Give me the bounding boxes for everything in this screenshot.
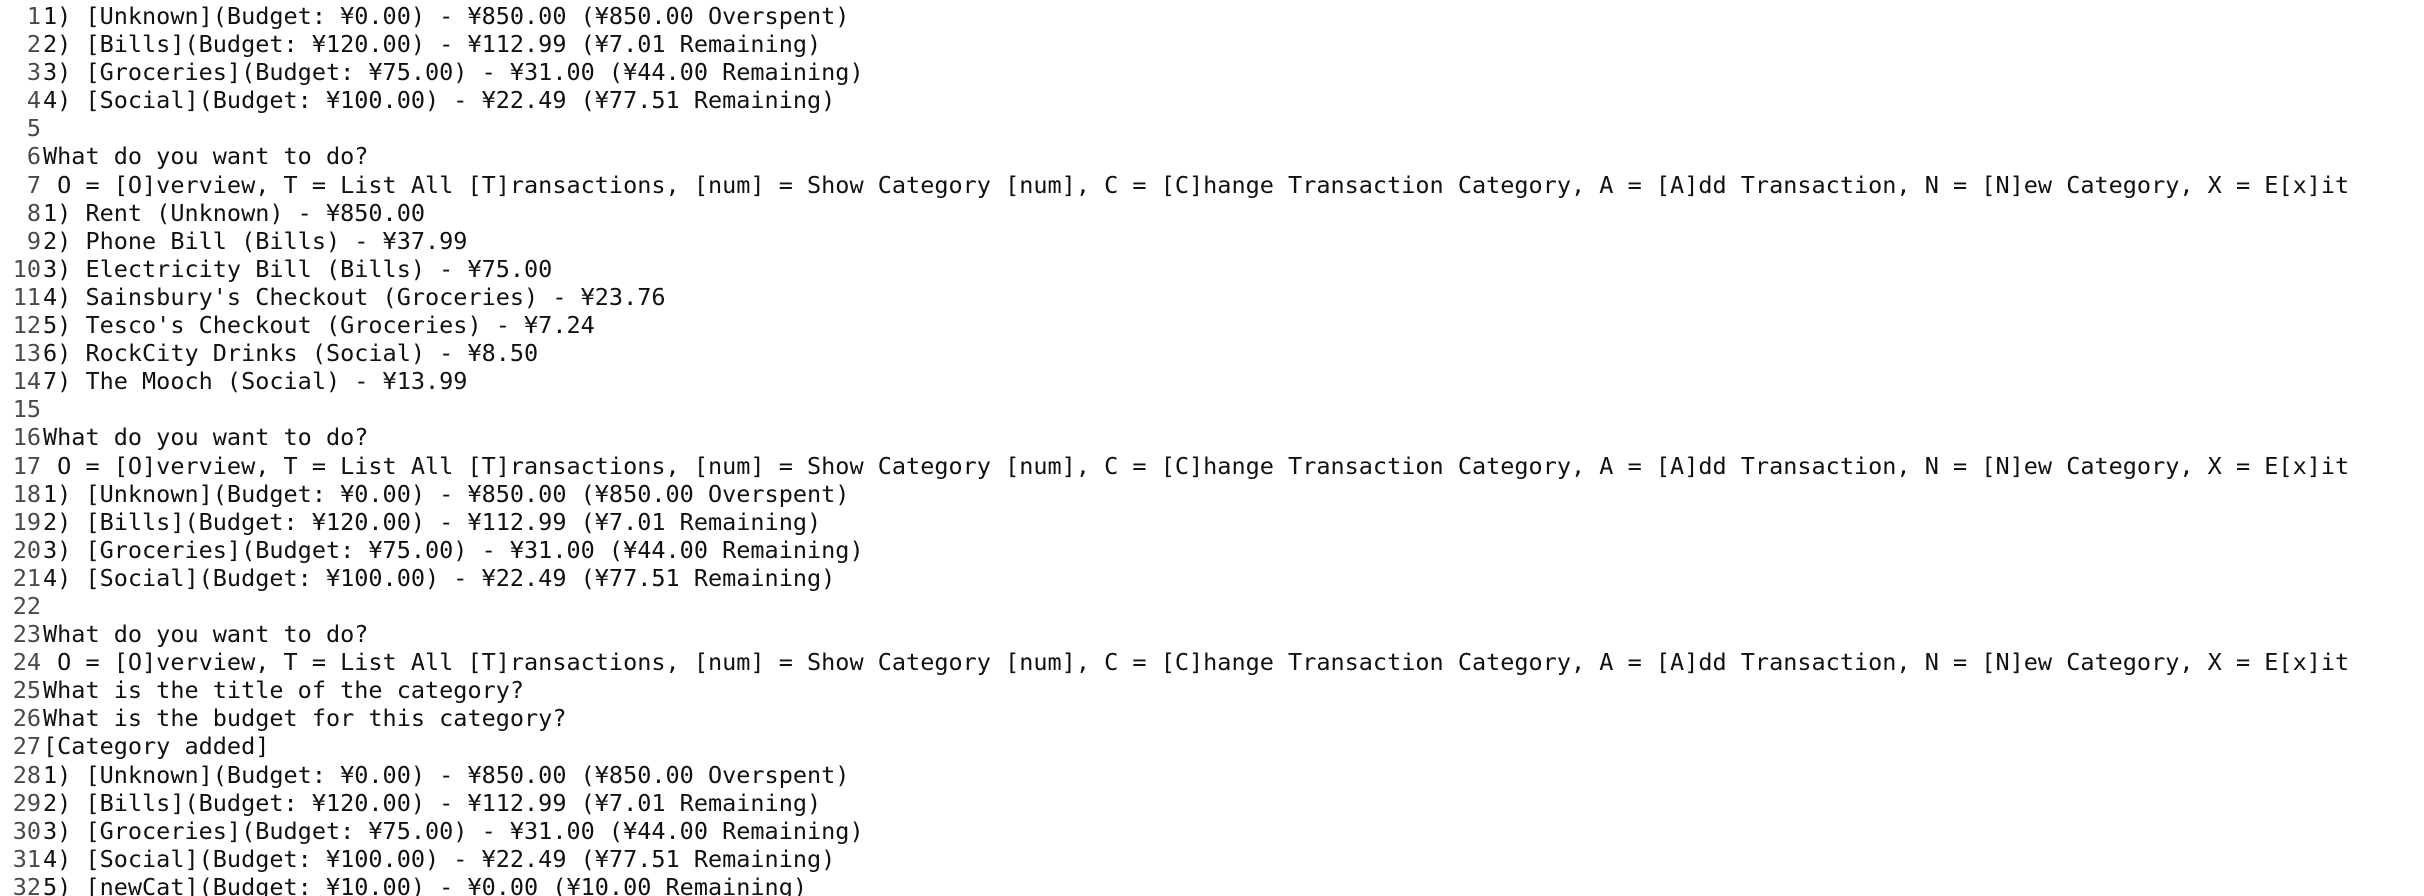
- line-number: 26: [12, 704, 41, 733]
- output-line: 31 4) [Social](Budget: ¥100.00) - ¥22.49 …: [0, 845, 2424, 873]
- line-number: 25: [12, 676, 41, 705]
- line-number: 29: [12, 788, 41, 817]
- line-text: 4) [Social](Budget: ¥100.00) - ¥22.49 (¥…: [43, 86, 836, 115]
- output-line: 28 1) [Unknown](Budget: ¥0.00) - ¥850.00 …: [0, 761, 2424, 789]
- line-text: 1) [Unknown](Budget: ¥0.00) - ¥850.00 (¥…: [43, 479, 850, 508]
- output-line: 24 O = [O]verview, T = List All [T]ransa…: [0, 648, 2424, 676]
- line-text: 2) Phone Bill (Bills) - ¥37.99: [43, 226, 468, 255]
- output-line: 11 4) Sainsbury's Checkout (Groceries) - …: [0, 283, 2424, 311]
- line-text: [Category added]: [43, 732, 270, 761]
- line-number: 31: [12, 844, 41, 873]
- line-number: 1: [26, 2, 41, 30]
- line-number: 5: [26, 114, 41, 143]
- line-number: 9: [26, 226, 41, 255]
- line-number: 22: [12, 591, 41, 620]
- output-line: 12 5) Tesco's Checkout (Groceries) - ¥7.2…: [0, 311, 2424, 339]
- output-line: 8 1) Rent (Unknown) - ¥850.00: [0, 199, 2424, 227]
- line-number: 13: [12, 339, 41, 368]
- output-line: 16 What do you want to do?: [0, 423, 2424, 451]
- line-number: 27: [12, 732, 41, 761]
- line-number: 2: [26, 30, 41, 59]
- line-text: 7) The Mooch (Social) - ¥13.99: [43, 367, 468, 396]
- line-number: 11: [12, 282, 41, 311]
- line-text: O = [O]verview, T = List All [T]ransacti…: [43, 170, 2350, 199]
- line-text: 3) Electricity Bill (Bills) - ¥75.00: [43, 254, 553, 283]
- line-text: 2) [Bills](Budget: ¥120.00) - ¥112.99 (¥…: [43, 788, 822, 817]
- line-number: 7: [26, 170, 41, 199]
- line-number: 8: [26, 198, 41, 227]
- line-text: 5) Tesco's Checkout (Groceries) - ¥7.24: [43, 311, 595, 340]
- line-number: 32: [12, 872, 41, 896]
- line-text: O = [O]verview, T = List All [T]ransacti…: [43, 451, 2350, 480]
- line-text: What is the title of the category?: [43, 676, 525, 705]
- line-number: 14: [12, 367, 41, 396]
- line-number: 20: [12, 535, 41, 564]
- output-line: 9 2) Phone Bill (Bills) - ¥37.99: [0, 227, 2424, 255]
- line-number: 4: [26, 86, 41, 115]
- line-text: What do you want to do?: [43, 142, 369, 171]
- line-number: 10: [12, 254, 41, 283]
- line-text: 3) [Groceries](Budget: ¥75.00) - ¥31.00 …: [43, 58, 864, 87]
- line-number: 3: [26, 58, 41, 87]
- output-line: 26 What is the budget for this category?: [0, 704, 2424, 732]
- line-number: 16: [12, 423, 41, 452]
- line-number: 24: [12, 648, 41, 677]
- output-line: 5: [0, 114, 2424, 142]
- output-line: 19 2) [Bills](Budget: ¥120.00) - ¥112.99 …: [0, 508, 2424, 536]
- line-text: 4) [Social](Budget: ¥100.00) - ¥22.49 (¥…: [43, 563, 836, 592]
- line-text: 3) [Groceries](Budget: ¥75.00) - ¥31.00 …: [43, 535, 864, 564]
- output-line: 22: [0, 592, 2424, 620]
- output-line: 27 [Category added]: [0, 732, 2424, 760]
- line-text: 6) RockCity Drinks (Social) - ¥8.50: [43, 339, 539, 368]
- terminal-output: 1 1) [Unknown](Budget: ¥0.00) - ¥850.00 (…: [0, 2, 2424, 896]
- output-line: 21 4) [Social](Budget: ¥100.00) - ¥22.49 …: [0, 564, 2424, 592]
- line-number: 18: [12, 479, 41, 508]
- line-text: 2) [Bills](Budget: ¥120.00) - ¥112.99 (¥…: [43, 30, 822, 59]
- output-line: 3 3) [Groceries](Budget: ¥75.00) - ¥31.00…: [0, 58, 2424, 86]
- output-line: 4 4) [Social](Budget: ¥100.00) - ¥22.49 (…: [0, 86, 2424, 114]
- line-text: What is the budget for this category?: [43, 704, 567, 733]
- output-line: 23 What do you want to do?: [0, 620, 2424, 648]
- output-line: 17 O = [O]verview, T = List All [T]ransa…: [0, 452, 2424, 480]
- output-line: 14 7) The Mooch (Social) - ¥13.99: [0, 367, 2424, 395]
- line-text: What do you want to do?: [43, 423, 369, 452]
- output-line: 32 5) [newCat](Budget: ¥10.00) - ¥0.00 (¥…: [0, 873, 2424, 896]
- line-text: 3) [Groceries](Budget: ¥75.00) - ¥31.00 …: [43, 816, 864, 845]
- line-text: O = [O]verview, T = List All [T]ransacti…: [43, 648, 2350, 677]
- output-line: 15: [0, 395, 2424, 423]
- output-line: 6 What do you want to do?: [0, 142, 2424, 170]
- output-line: 18 1) [Unknown](Budget: ¥0.00) - ¥850.00 …: [0, 480, 2424, 508]
- line-text: 2) [Bills](Budget: ¥120.00) - ¥112.99 (¥…: [43, 507, 822, 536]
- line-number: 12: [12, 311, 41, 340]
- line-number: 17: [12, 451, 41, 480]
- line-number: 28: [12, 760, 41, 789]
- output-line: 10 3) Electricity Bill (Bills) - ¥75.00: [0, 255, 2424, 283]
- line-text: [41, 114, 43, 142]
- output-line: 2 2) [Bills](Budget: ¥120.00) - ¥112.99 (…: [0, 30, 2424, 58]
- output-line: 29 2) [Bills](Budget: ¥120.00) - ¥112.99 …: [0, 789, 2424, 817]
- line-number: 15: [12, 395, 41, 424]
- line-number: 30: [12, 816, 41, 845]
- output-line: 30 3) [Groceries](Budget: ¥75.00) - ¥31.0…: [0, 817, 2424, 845]
- output-line: 20 3) [Groceries](Budget: ¥75.00) - ¥31.0…: [0, 536, 2424, 564]
- output-line: 1 1) [Unknown](Budget: ¥0.00) - ¥850.00 (…: [0, 2, 2424, 30]
- line-text: 1) [Unknown](Budget: ¥0.00) - ¥850.00 (¥…: [43, 2, 850, 30]
- output-line: 7 O = [O]verview, T = List All [T]ransac…: [0, 171, 2424, 199]
- line-number: 21: [12, 563, 41, 592]
- line-text: [41, 592, 43, 620]
- line-number: 19: [12, 507, 41, 536]
- line-text: 5) [newCat](Budget: ¥10.00) - ¥0.00 (¥10…: [43, 872, 808, 896]
- output-line: 25 What is the title of the category?: [0, 676, 2424, 704]
- line-text: 1) [Unknown](Budget: ¥0.00) - ¥850.00 (¥…: [43, 760, 850, 789]
- line-text: What do you want to do?: [43, 620, 369, 649]
- line-number: 6: [26, 142, 41, 171]
- line-text: 4) [Social](Budget: ¥100.00) - ¥22.49 (¥…: [43, 844, 836, 873]
- output-line: 13 6) RockCity Drinks (Social) - ¥8.50: [0, 339, 2424, 367]
- line-number: 23: [12, 620, 41, 649]
- line-text: 1) Rent (Unknown) - ¥850.00: [43, 198, 426, 227]
- line-text: [41, 395, 43, 423]
- line-text: 4) Sainsbury's Checkout (Groceries) - ¥2…: [43, 282, 666, 311]
